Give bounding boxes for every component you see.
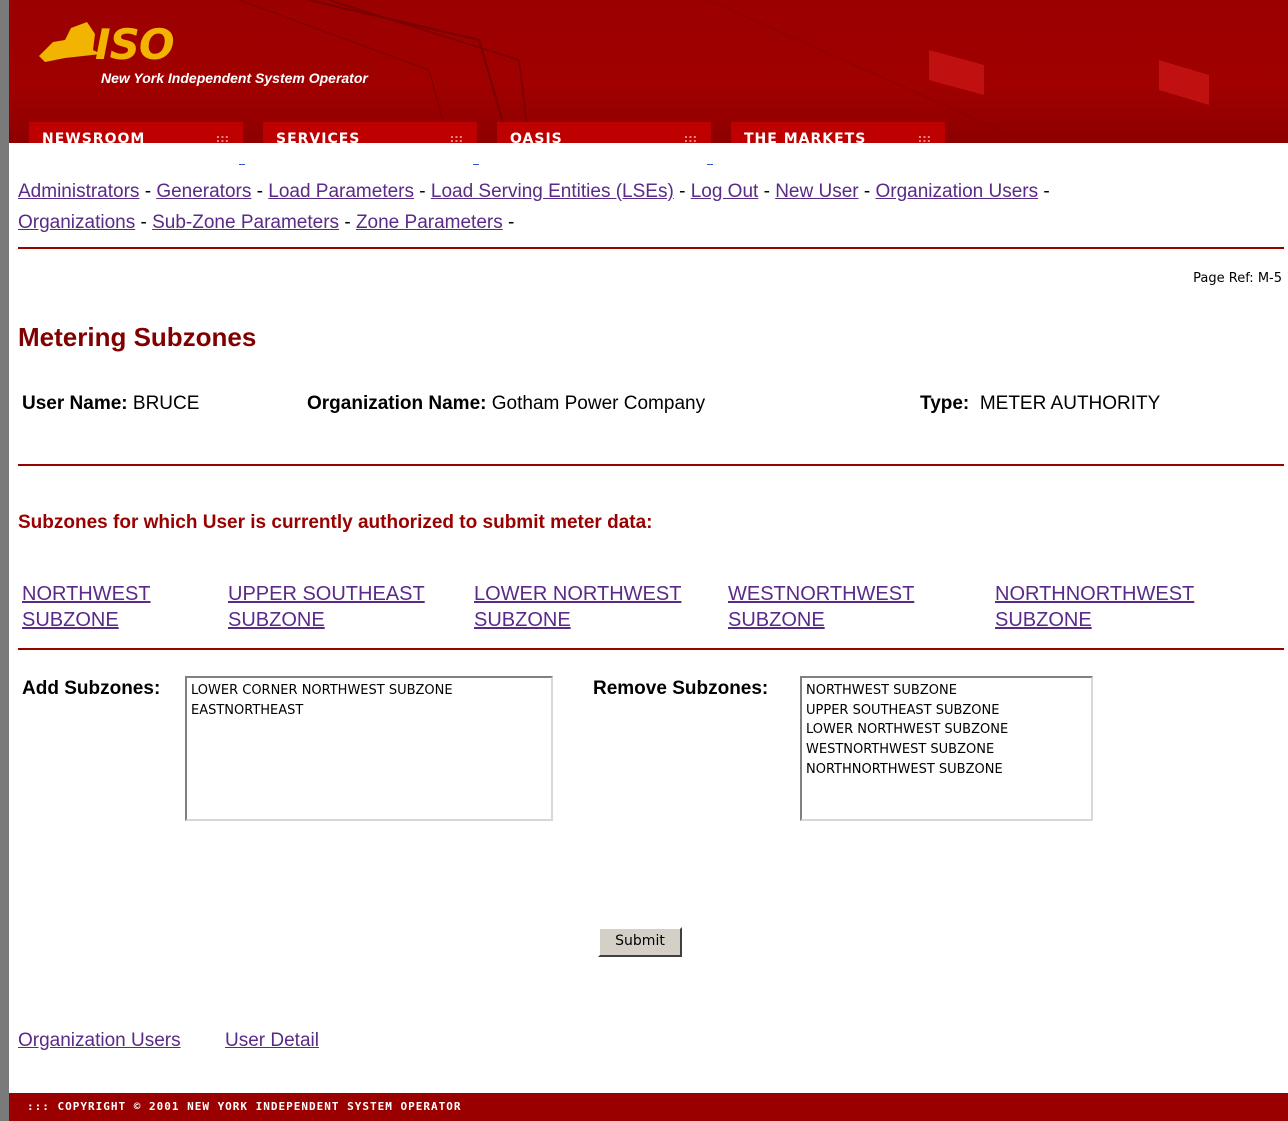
user-detail-link[interactable]: User Detail [225, 1030, 319, 1052]
grip-icon: ::: [215, 132, 229, 143]
list-option[interactable]: NORTHWEST SUBZONE [806, 681, 1087, 701]
submit-button[interactable]: Submit [598, 927, 682, 957]
organization-users-link[interactable]: Organization Users [18, 1030, 181, 1052]
tab-services[interactable]: SERVICES::: [263, 122, 477, 143]
grip-icon: ::: [917, 132, 931, 143]
subzone-link-lower-northwest[interactable]: LOWER NORTHWEST SUBZONE [474, 581, 681, 633]
grip-icon: ::: [683, 132, 697, 143]
organization-name-value: Gotham Power Company [491, 393, 706, 414]
nav-link-log-out[interactable]: Log Out [691, 181, 759, 202]
add-subzones-label: Add Subzones: [22, 678, 161, 699]
tab-oasis[interactable]: OASIS::: [497, 122, 711, 143]
nav-link-load-parameters[interactable]: Load Parameters [268, 181, 414, 202]
user-name-value: BRUCE [132, 393, 200, 414]
nav-link-organization-users[interactable]: Organization Users [875, 181, 1038, 202]
nav-link-organizations[interactable]: Organizations [18, 212, 135, 233]
nav-link-zone-parameters[interactable]: Zone Parameters [356, 212, 503, 233]
divider [18, 648, 1284, 650]
user-name-info: User Name: BRUCE [22, 393, 200, 414]
remove-subzones-label: Remove Subzones: [593, 678, 769, 699]
page-title: Metering Subzones [18, 322, 257, 352]
tab-newsroom[interactable]: NEWSROOM::: [29, 122, 243, 143]
nav-link-lses[interactable]: Load Serving Entities (LSEs) [431, 181, 674, 202]
divider [18, 464, 1284, 466]
grip-icon: ::: [449, 132, 463, 143]
list-option[interactable]: LOWER NORTHWEST SUBZONE [806, 720, 1087, 740]
subzone-link-westnorthwest[interactable]: WESTNORTHWEST SUBZONE [728, 581, 914, 633]
tab-the-markets[interactable]: THE MARKETS::: [731, 122, 945, 143]
site-header: ISO New York Independent System Operator… [9, 0, 1288, 143]
list-option[interactable]: NORTHNORTHWEST SUBZONE [806, 760, 1087, 780]
remove-subzones-listbox[interactable]: NORTHWEST SUBZONE UPPER SOUTHEAST SUBZON… [800, 676, 1093, 821]
list-option[interactable]: EASTNORTHEAST [191, 701, 547, 721]
logo-subtitle: New York Independent System Operator [101, 70, 368, 86]
organization-info: Organization Name: Gotham Power Company [307, 393, 706, 414]
window-left-edge [0, 0, 9, 1121]
tab-marker [473, 164, 479, 165]
type-value: METER AUTHORITY [979, 393, 1161, 414]
nav-link-sub-zone-parameters[interactable]: Sub-Zone Parameters [152, 212, 339, 233]
subzone-link-northnorthwest[interactable]: NORTHNORTHWEST SUBZONE [995, 581, 1194, 633]
admin-nav: Administrators - Generators - Load Param… [18, 181, 1050, 233]
tab-marker [239, 164, 245, 165]
list-option[interactable]: UPPER SOUTHEAST SUBZONE [806, 701, 1087, 721]
nav-link-administrators[interactable]: Administrators [18, 181, 139, 202]
copyright-footer: ::: COPYRIGHT © 2001 NEW YORK INDEPENDEN… [9, 1093, 1288, 1121]
page-ref: Page Ref: M-5 [1193, 271, 1282, 286]
add-subzones-listbox[interactable]: LOWER CORNER NORTHWEST SUBZONE EASTNORTH… [185, 676, 553, 821]
list-option[interactable]: LOWER CORNER NORTHWEST SUBZONE [191, 681, 547, 701]
logo-text: ISO [95, 20, 175, 69]
nav-link-new-user[interactable]: New User [775, 181, 858, 202]
subzone-link-upper-southeast[interactable]: UPPER SOUTHEAST SUBZONE [228, 581, 425, 633]
list-option[interactable]: WESTNORTHWEST SUBZONE [806, 740, 1087, 760]
type-info: Type: METER AUTHORITY [920, 393, 1161, 414]
divider [18, 247, 1284, 249]
nav-link-generators[interactable]: Generators [156, 181, 251, 202]
subzone-link-northwest[interactable]: NORTHWEST SUBZONE [22, 581, 151, 633]
authorized-heading: Subzones for which User is currently aut… [18, 512, 653, 533]
tab-marker [707, 164, 713, 165]
